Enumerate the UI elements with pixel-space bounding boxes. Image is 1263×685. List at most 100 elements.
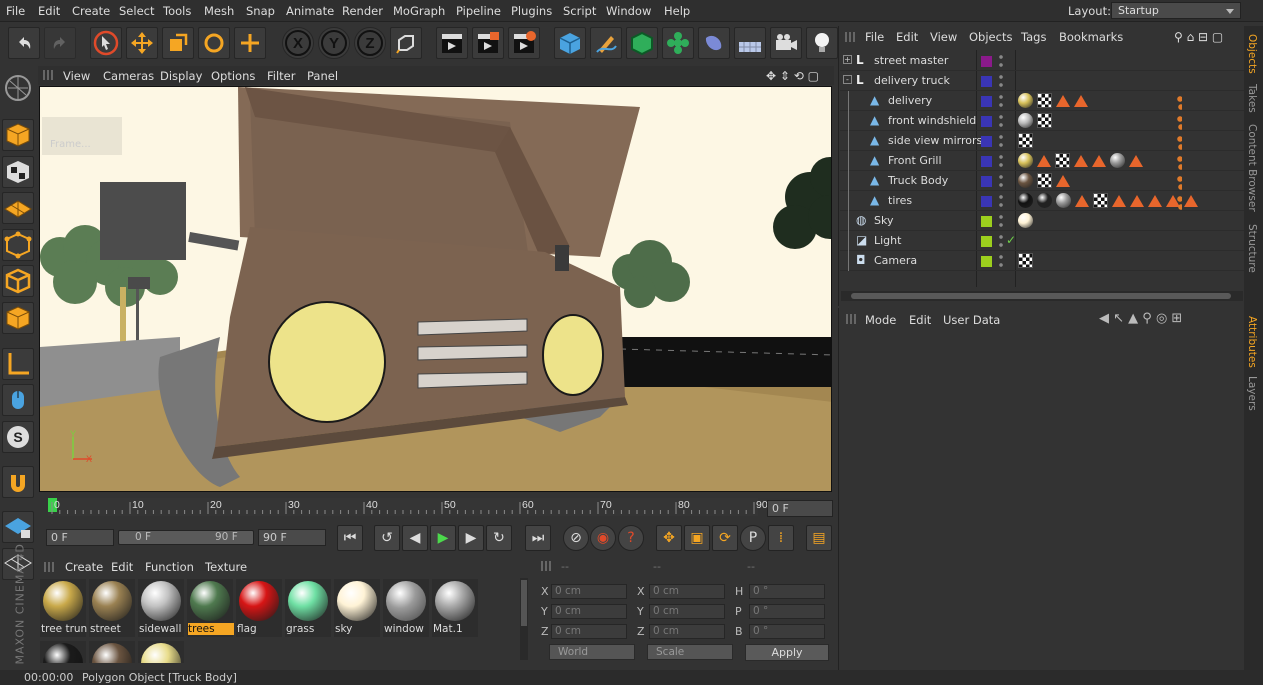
cloner-icon[interactable] [662, 27, 694, 59]
drag-handle-icon[interactable] [541, 561, 551, 571]
phong-tag-icon[interactable] [1148, 195, 1162, 207]
material-swatch[interactable]: grass [285, 579, 331, 637]
points-mode-icon[interactable] [2, 229, 34, 261]
key-parameter-icon[interactable]: P [740, 525, 766, 551]
scale-select[interactable]: Scale [647, 644, 733, 660]
viewport-menu-display[interactable]: Display [160, 69, 202, 83]
material-tag-icon[interactable] [1018, 113, 1033, 128]
menu-render[interactable]: Render [342, 4, 383, 18]
object-menu-objects[interactable]: Objects [969, 30, 1012, 44]
menu-mograph[interactable]: MoGraph [393, 4, 445, 18]
object-menu-view[interactable]: View [930, 30, 957, 44]
pen-icon[interactable] [590, 27, 622, 59]
object-row[interactable]: ▲ Front Grill [840, 151, 1244, 171]
object-row[interactable]: ◍ Sky [840, 211, 1244, 231]
edges-mode-icon[interactable] [2, 265, 34, 297]
layer-color-swatch[interactable] [981, 196, 992, 207]
object-row[interactable]: ▲ tires [840, 191, 1244, 211]
layer-color-swatch[interactable] [981, 76, 992, 87]
object-name[interactable]: Front Grill [888, 154, 942, 167]
go-to-start-icon[interactable]: ⏮ [337, 525, 363, 551]
coord-value-field[interactable]: 0 cm [649, 604, 725, 619]
layer-color-swatch[interactable] [981, 176, 992, 187]
undo-icon[interactable] [8, 27, 40, 59]
attribute-menu-user-data[interactable]: User Data [943, 313, 1000, 327]
object-name[interactable]: Camera [874, 254, 917, 267]
layer-color-swatch[interactable] [981, 236, 992, 247]
drag-handle-icon[interactable] [845, 32, 855, 42]
redo-icon[interactable] [44, 27, 76, 59]
attribute-menu-edit[interactable]: Edit [909, 313, 931, 327]
phong-tag-icon[interactable] [1129, 155, 1143, 167]
material-menu-create[interactable]: Create [65, 560, 103, 574]
material-tag-icon[interactable] [1018, 193, 1033, 208]
expand-toggle-icon[interactable]: - [843, 75, 852, 84]
material-tag-icon[interactable] [1018, 213, 1033, 228]
material-swatch[interactable]: flag [236, 579, 282, 637]
layout-select[interactable]: Startup [1111, 2, 1241, 19]
material-swatch[interactable] [138, 641, 184, 663]
menu-pipeline[interactable]: Pipeline [456, 4, 501, 18]
workplane-lock-icon[interactable] [2, 511, 34, 543]
subdivision-icon[interactable] [626, 27, 658, 59]
y-axis-icon[interactable]: Y [318, 27, 350, 59]
object-row[interactable]: ▲ delivery [840, 91, 1244, 111]
visibility-dots[interactable] [998, 153, 1004, 169]
material-scrollbar[interactable] [520, 578, 528, 660]
texture-tag-icon[interactable] [1018, 253, 1033, 268]
tab-objects[interactable]: Objects [1246, 34, 1258, 74]
selection-tag-icon[interactable] [1176, 115, 1182, 131]
texture-tag-icon[interactable] [1037, 113, 1052, 128]
phong-tag-icon[interactable] [1184, 195, 1198, 207]
material-tag-icon[interactable] [1037, 193, 1052, 208]
deformer-icon[interactable] [698, 27, 730, 59]
object-row[interactable]: + Lstreet master [840, 51, 1244, 71]
layer-color-swatch[interactable] [981, 96, 992, 107]
current-frame-field[interactable]: 0 F [767, 500, 833, 517]
menu-help[interactable]: Help [664, 4, 690, 18]
object-menu-edit[interactable]: Edit [896, 30, 918, 44]
visibility-dots[interactable] [998, 133, 1004, 149]
phong-tag-icon[interactable] [1074, 95, 1088, 107]
enabled-check-icon[interactable]: ✓ [1006, 233, 1016, 247]
material-swatch[interactable]: tree trun [40, 579, 87, 637]
scheme-settings-icon[interactable]: ▤ [806, 525, 832, 551]
menu-snap[interactable]: Snap [246, 4, 275, 18]
object-name[interactable]: side view mirrors [888, 134, 982, 147]
object-name[interactable]: delivery [888, 94, 932, 107]
cube-icon[interactable] [554, 27, 586, 59]
key-help-icon[interactable]: ? [618, 525, 644, 551]
material-swatch[interactable]: street [89, 579, 135, 637]
object-row[interactable]: ▲ front windshield [840, 111, 1244, 131]
phong-tag-icon[interactable] [1074, 155, 1088, 167]
rotate-icon[interactable] [198, 27, 230, 59]
selection-tag-icon[interactable] [1176, 135, 1182, 151]
menu-file[interactable]: File [6, 4, 25, 18]
timeline[interactable]: 0 10 20 30 40 50 60 70 80 90 [38, 494, 834, 520]
object-row[interactable]: ◪ Light ✓ [840, 231, 1244, 251]
visibility-dots[interactable] [998, 173, 1004, 189]
axis-mode-icon[interactable] [2, 348, 34, 380]
phong-tag-icon[interactable] [1092, 155, 1106, 167]
previous-key-icon[interactable]: ↺ [374, 525, 400, 551]
menu-select[interactable]: Select [119, 4, 154, 18]
previous-frame-icon[interactable]: ◀ [402, 525, 428, 551]
viewport-menu-options[interactable]: Options [211, 69, 255, 83]
menu-plugins[interactable]: Plugins [511, 4, 552, 18]
polygons-mode-icon[interactable] [2, 302, 34, 334]
viewport-menu-view[interactable]: View [63, 69, 90, 83]
select-icon[interactable] [90, 27, 122, 59]
expand-toggle-icon[interactable]: + [843, 55, 852, 64]
viewport-menu-panel[interactable]: Panel [307, 69, 338, 83]
coordinate-system-icon[interactable] [390, 27, 422, 59]
object-menu-bookmarks[interactable]: Bookmarks [1059, 30, 1123, 44]
tab-takes[interactable]: Takes [1246, 84, 1258, 113]
camera-icon[interactable] [770, 27, 802, 59]
object-name[interactable]: Light [874, 234, 901, 247]
tab-attributes[interactable]: Attributes [1246, 316, 1258, 368]
texture-tag-icon[interactable] [1093, 193, 1108, 208]
apply-button[interactable]: Apply [745, 644, 829, 661]
play-icon[interactable]: ▶ [430, 525, 456, 551]
start-frame-field[interactable]: 0 F [46, 529, 114, 546]
attribute-menu-mode[interactable]: Mode [865, 313, 896, 327]
